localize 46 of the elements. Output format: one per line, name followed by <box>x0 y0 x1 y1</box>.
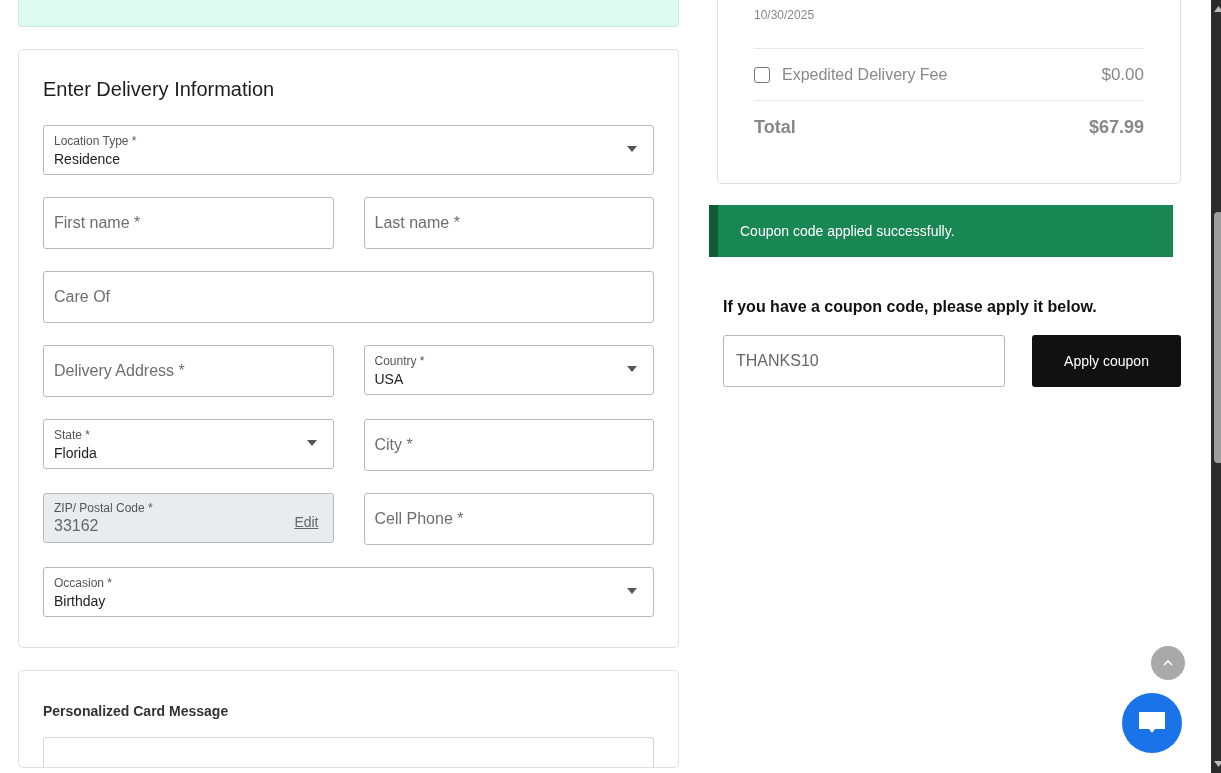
zip-field[interactable]: ZIP/ Postal Code * 33162 Edit <box>43 493 334 543</box>
form-title: Enter Delivery Information <box>43 78 276 101</box>
fee-amount: $0.00 <box>1101 64 1144 85</box>
input-field[interactable]: Last name * <box>363 197 654 249</box>
chevron-up-icon <box>1163 660 1173 666</box>
field-label: Country * <box>374 353 425 368</box>
input-field[interactable]: City * <box>363 419 654 471</box>
field-label: State * <box>54 427 91 442</box>
field-value: Birthday <box>54 592 106 609</box>
caret-icon <box>306 440 317 446</box>
caret-icon <box>627 366 637 372</box>
select-field[interactable]: State * Florida <box>43 419 334 469</box>
scroll-down-icon[interactable] <box>1214 761 1221 767</box>
field-label: Location Type * <box>54 133 137 148</box>
input-field[interactable]: Cell Phone * <box>363 493 654 545</box>
input-field[interactable]: Care Of <box>43 271 654 323</box>
scroll-top-button[interactable] <box>1151 646 1185 680</box>
scroll-up-icon[interactable] <box>1214 6 1221 12</box>
section-title: Personalized Card Message <box>43 703 230 719</box>
field-value: 33162 <box>54 517 99 535</box>
input-field[interactable]: Delivery Address * <box>43 345 334 397</box>
scroll-thumb[interactable] <box>1214 212 1221 463</box>
scrollbar[interactable] <box>1211 0 1221 773</box>
input-field[interactable]: First name * <box>43 197 334 249</box>
field-value: Residence <box>54 150 121 167</box>
field-label: Occasion * <box>54 575 113 590</box>
checkbox[interactable] <box>754 66 770 83</box>
success-alert: Coupon code applied successfully. <box>709 205 1173 257</box>
caret-icon <box>627 146 637 152</box>
apply-coupon-button[interactable]: Apply coupon <box>1032 335 1181 387</box>
total-amount: $67.99 <box>1088 116 1144 138</box>
select-field[interactable]: Location Type * Residence <box>43 125 654 175</box>
select-field[interactable]: Country * USA <box>363 345 654 395</box>
edit-link[interactable]: Edit <box>294 514 319 530</box>
field-value: USA <box>374 370 404 387</box>
select-field[interactable]: Occasion * Birthday <box>43 567 654 617</box>
coupon-field[interactable]: THANKS10 <box>723 335 1005 387</box>
chat-button[interactable] <box>1122 693 1182 753</box>
field-value: Florida <box>54 444 97 461</box>
delivery-date: 10/30/2025 <box>754 8 1144 49</box>
fee-label: Expedited Delivery Fee <box>782 65 948 84</box>
message-field[interactable] <box>43 737 654 767</box>
caret-icon <box>627 588 637 594</box>
coupon-prompt: If you have a coupon code, please apply it below. <box>723 298 1098 316</box>
total-label: Total <box>754 116 796 138</box>
field-label: ZIP/ Postal Code * <box>54 501 153 515</box>
